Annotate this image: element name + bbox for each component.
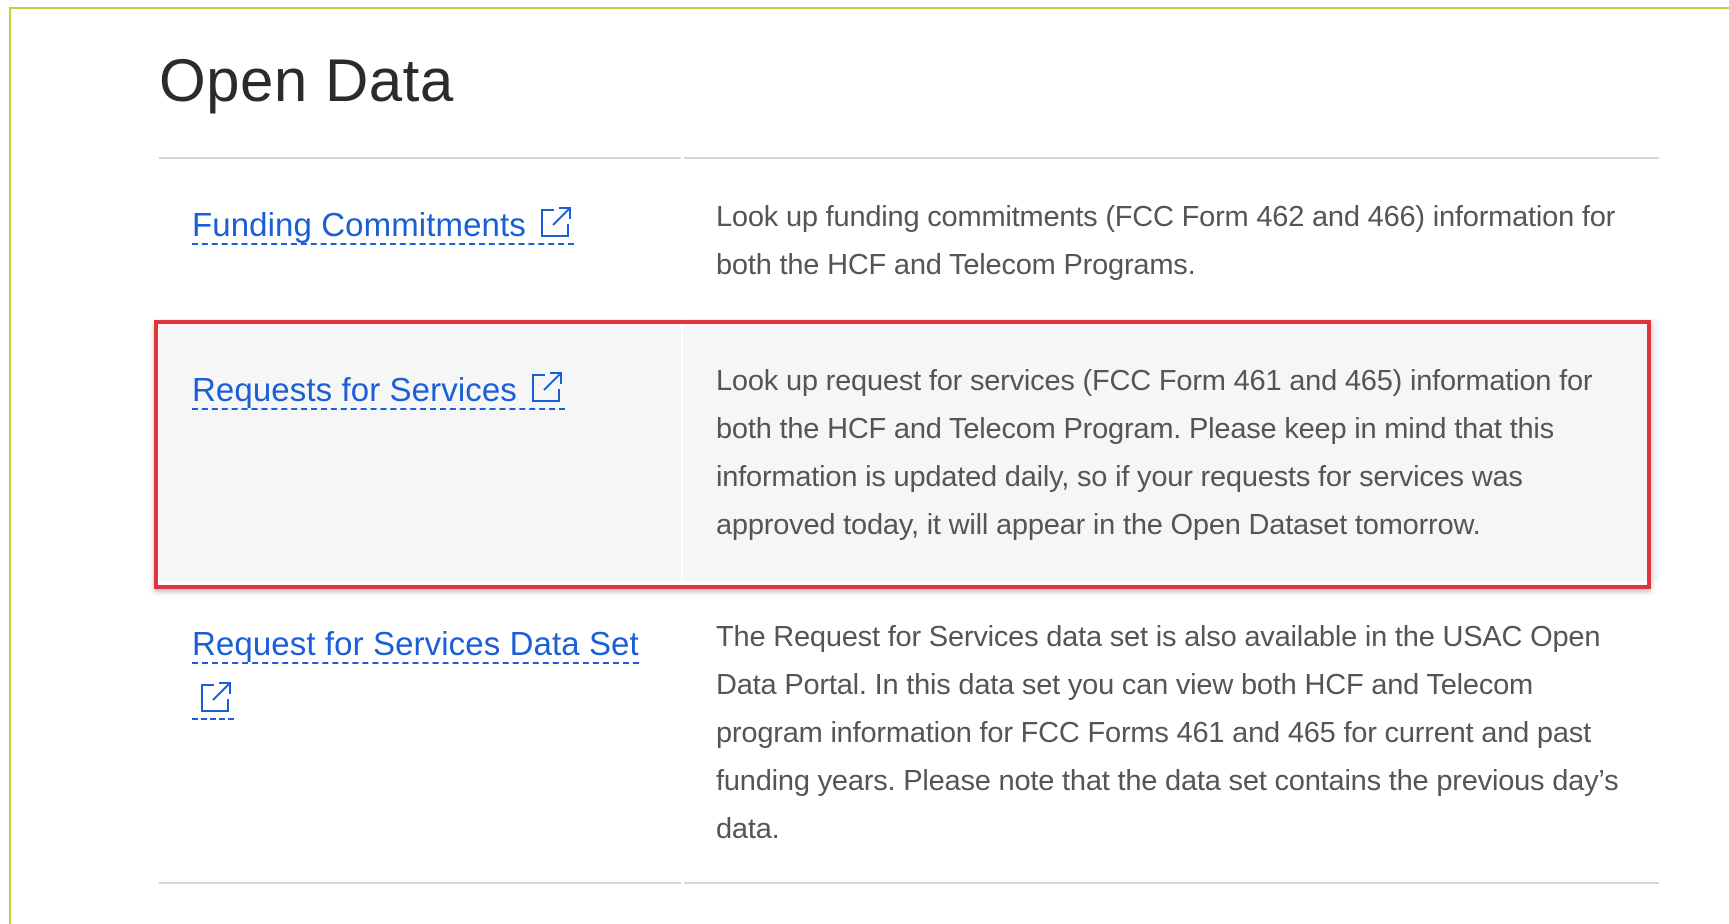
open-data-table: Funding Commitments Look up funding comm…: [159, 157, 1659, 884]
funding-commitments-link[interactable]: Funding Commitments: [192, 206, 574, 245]
external-link-icon: [538, 204, 574, 240]
table-divider: [159, 882, 1659, 884]
description-cell: Look up request for services (FCC Form 4…: [716, 365, 1593, 541]
link-cell: Funding Commitments: [159, 159, 683, 319]
description-cell: Look up funding commitments (FCC Form 46…: [716, 201, 1616, 281]
description-cell: The Request for Services data set is als…: [716, 621, 1619, 845]
request-for-services-data-set-link[interactable]: Request for Services Data Set: [192, 625, 639, 720]
link-label: Funding Commitments: [192, 206, 526, 243]
link-label: Request for Services Data Set: [192, 625, 639, 662]
table-row-request-for-services-data-set: Request for Services Data Set The Reques…: [159, 581, 1659, 882]
table-row-funding-commitments: Funding Commitments Look up funding comm…: [159, 159, 1659, 319]
table-row-requests-for-services: Requests for Services Look up request fo…: [159, 319, 1659, 581]
external-link-icon: [529, 369, 565, 405]
page-title: Open Data: [159, 47, 454, 114]
requests-for-services-link[interactable]: Requests for Services: [192, 371, 565, 410]
link-cell: Requests for Services: [159, 319, 683, 581]
link-cell: Request for Services Data Set: [159, 581, 683, 882]
external-link-icon: [198, 679, 234, 715]
link-label: Requests for Services: [192, 371, 517, 408]
